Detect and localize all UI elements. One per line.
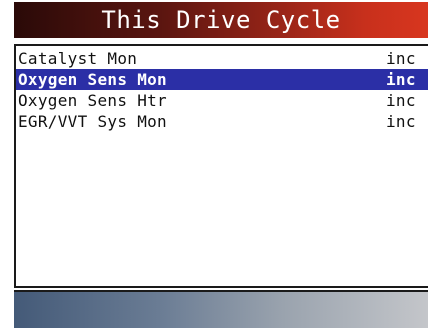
monitor-status: inc: [386, 49, 416, 68]
monitor-label: Oxygen Sens Mon: [18, 70, 167, 89]
monitor-label: EGR/VVT Sys Mon: [18, 112, 167, 131]
monitor-label: Catalyst Mon: [18, 49, 138, 68]
monitor-row-egr-vvt[interactable]: EGR/VVT Sys Mon inc: [16, 111, 428, 132]
scan-tool-screen: This Drive Cycle Catalyst Mon inc Oxygen…: [0, 0, 428, 328]
title-bar: This Drive Cycle: [14, 2, 428, 38]
monitor-status: inc: [386, 70, 416, 89]
monitor-row-oxygen-heater[interactable]: Oxygen Sens Htr inc: [16, 90, 428, 111]
monitor-row-catalyst[interactable]: Catalyst Mon inc: [16, 48, 428, 69]
monitor-row-oxygen-sensor[interactable]: Oxygen Sens Mon inc: [16, 69, 428, 90]
screen-title: This Drive Cycle: [101, 6, 341, 34]
monitor-label: Oxygen Sens Htr: [18, 91, 167, 110]
monitor-list-frame: Catalyst Mon inc Oxygen Sens Mon inc Oxy…: [14, 44, 428, 288]
monitor-list: Catalyst Mon inc Oxygen Sens Mon inc Oxy…: [16, 48, 428, 132]
monitor-status: inc: [386, 112, 416, 131]
monitor-status: inc: [386, 91, 416, 110]
status-bar: [14, 290, 428, 328]
